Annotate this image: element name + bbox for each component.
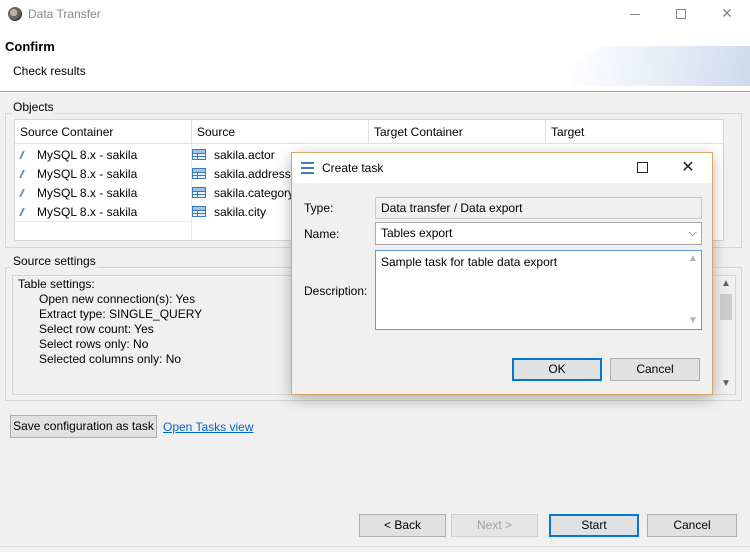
mysql-connection-icon xyxy=(19,187,33,199)
column-header-source[interactable]: Source xyxy=(192,120,369,144)
back-button[interactable]: < Back xyxy=(359,514,446,537)
save-configuration-as-task-button[interactable]: Save configuration as task xyxy=(10,415,157,438)
settings-line: Select row count: Yes xyxy=(39,322,154,336)
source-container-cell: MySQL 8.x - sakila xyxy=(37,167,138,181)
dialog-title-bar: Create task ✕ xyxy=(292,153,712,183)
settings-heading: Table settings: xyxy=(18,277,95,291)
objects-group-label: Objects xyxy=(12,100,55,114)
table-icon xyxy=(192,168,206,179)
mysql-connection-icon xyxy=(19,168,33,180)
minimize-button[interactable] xyxy=(612,2,658,26)
source-cell: sakila.city xyxy=(214,205,267,219)
source-settings-label: Source settings xyxy=(12,254,97,268)
start-button[interactable]: Start xyxy=(549,514,639,537)
source-container-cell: MySQL 8.x - sakila xyxy=(37,186,138,200)
scroll-up-arrow[interactable]: ▲ xyxy=(685,251,701,267)
chevron-down-icon[interactable]: ⌵ xyxy=(689,223,697,243)
settings-line: Select rows only: No xyxy=(39,337,149,351)
table-icon xyxy=(192,206,206,217)
task-list-icon xyxy=(301,162,314,174)
page-subtitle: Check results xyxy=(13,64,86,78)
source-cell: sakila.address xyxy=(214,167,291,181)
settings-line: Extract type: SINGLE_QUERY xyxy=(39,307,203,321)
app-icon xyxy=(8,7,22,21)
create-task-dialog: Create task ✕ Type: Data transfer / Data… xyxy=(291,152,713,395)
dialog-title: Create task xyxy=(322,161,384,175)
maximize-icon xyxy=(636,162,648,174)
table-icon xyxy=(192,187,206,198)
minimize-icon xyxy=(630,13,640,15)
next-button[interactable]: Next > xyxy=(451,514,538,537)
cancel-button[interactable]: Cancel xyxy=(647,514,737,537)
column-header-source-container[interactable]: Source Container xyxy=(15,120,192,144)
source-cell: sakila.actor xyxy=(214,148,275,162)
close-icon: ✕ xyxy=(681,159,695,176)
settings-line: Selected columns only: No xyxy=(39,352,182,366)
source-container-cell: MySQL 8.x - sakila xyxy=(37,205,138,219)
mysql-connection-icon xyxy=(19,149,33,161)
source-container-cell: MySQL 8.x - sakila xyxy=(37,148,138,162)
source-cell: sakila.category xyxy=(214,186,295,200)
close-button[interactable]: ✕ xyxy=(704,2,750,26)
scroll-down-arrow[interactable]: ▼ xyxy=(717,376,735,392)
window-bottom-edge xyxy=(0,546,750,552)
description-label: Description: xyxy=(304,284,368,298)
wizard-header: Confirm Check results xyxy=(0,28,750,91)
table-icon xyxy=(192,149,206,160)
description-scrollbar[interactable]: ▲ ▼ xyxy=(685,251,701,329)
maximize-button[interactable] xyxy=(658,2,704,26)
page-title: Confirm xyxy=(5,39,55,54)
name-value: Tables export xyxy=(381,226,453,240)
type-label: Type: xyxy=(304,201,334,215)
settings-line: Open new connection(s): Yes xyxy=(39,292,196,306)
header-decoration xyxy=(570,46,750,86)
column-header-target-container[interactable]: Target Container xyxy=(369,120,546,144)
name-label: Name: xyxy=(304,227,340,241)
dialog-maximize-button[interactable] xyxy=(622,157,662,179)
target-settings-scrollbar[interactable]: ▲ ▼ xyxy=(717,276,735,394)
dialog-close-button[interactable]: ✕ xyxy=(668,157,708,179)
window-title: Data Transfer xyxy=(28,7,101,21)
open-tasks-view-link[interactable]: Open Tasks view xyxy=(163,420,254,434)
scroll-down-arrow[interactable]: ▼ xyxy=(685,313,701,329)
close-icon: ✕ xyxy=(721,5,733,21)
ok-button[interactable]: OK xyxy=(512,358,602,381)
type-field: Data transfer / Data export xyxy=(375,197,702,219)
data-transfer-window: Data Transfer ✕ Confirm Check results Ob… xyxy=(0,0,750,552)
title-bar: Data Transfer ✕ xyxy=(0,0,750,28)
header-divider xyxy=(0,91,750,92)
description-value: Sample task for table data export xyxy=(381,255,558,269)
mysql-connection-icon xyxy=(19,206,33,218)
name-combo[interactable]: Tables export ⌵ xyxy=(375,222,702,245)
column-header-target[interactable]: Target xyxy=(546,120,723,144)
maximize-icon xyxy=(676,9,686,20)
scroll-thumb[interactable] xyxy=(720,294,732,320)
description-textarea[interactable]: Sample task for table data export ▲ ▼ xyxy=(375,250,702,330)
dialog-cancel-button[interactable]: Cancel xyxy=(610,358,700,381)
scroll-up-arrow[interactable]: ▲ xyxy=(717,276,735,292)
